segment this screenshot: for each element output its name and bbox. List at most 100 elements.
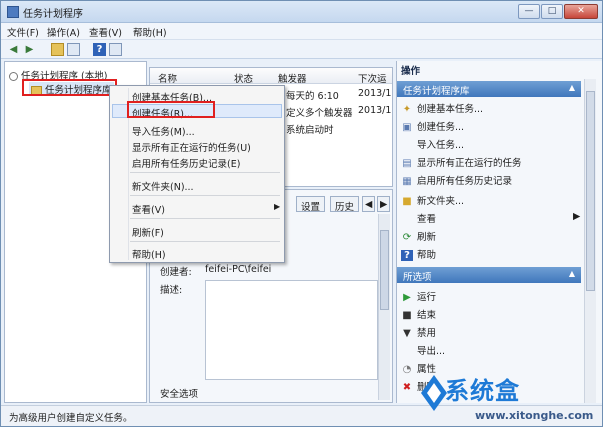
action-label: 帮助 [417,250,437,261]
highlight-box-create-task [127,101,215,118]
toolbar: ◀ ▶ ? [1,40,602,59]
forward-icon[interactable]: ▶ [23,43,36,56]
action-label: 新文件夹... [417,196,465,207]
menu-view[interactable]: 查看(V) [89,25,122,39]
watermark-logo-text: 系统盒 [445,376,520,405]
disable-icon: ▼ [403,328,411,339]
collapse-icon[interactable]: ▲ [569,269,575,278]
menu-item-enable-history[interactable]: 启用所有任务历史记录(E) [132,156,240,170]
column-trigger[interactable]: 触发器 [278,71,307,85]
menu-bar: 文件(F) 操作(A) 查看(V) 帮助(H) [1,23,602,40]
menu-item-new-folder[interactable]: 新文件夹(N)... [132,179,194,193]
column-next-run[interactable]: 下次运 [358,71,387,85]
action-label: 查看 [417,214,437,225]
show-hide-icon[interactable] [109,43,122,56]
column-status[interactable]: 状态 [234,71,253,85]
history-icon: ▦ [402,176,412,187]
scroll-thumb[interactable] [380,230,389,310]
creator-value: feifei-PC\feifei [205,264,272,275]
action-end[interactable]: ■ 结束 [401,307,436,321]
section-title: 所选项 [403,272,432,283]
menu-action[interactable]: 操作(A) [47,25,80,39]
task-icon: ▣ [402,122,412,133]
tab-history[interactable]: 历史 [330,196,360,213]
action-new-folder[interactable]: ■ 新文件夹... [401,193,464,207]
action-label: 结束 [417,310,437,321]
actions-pane: 操作 任务计划程序库 ▲ ✦ 创建基本任务... ▣ 创建任务... 导入任务...… [396,61,602,403]
action-help[interactable]: ? 帮助 [401,247,436,261]
task-row-trigger[interactable]: 定义多个触发器 [286,105,353,119]
task-scheduler-window: 任务计划程序 — □ ✕ 文件(F) 操作(A) 查看(V) 帮助(H) ◀ ▶… [0,0,603,427]
menu-file[interactable]: 文件(F) [7,25,39,39]
actions-header: 操作 [401,66,421,77]
title-bar[interactable]: 任务计划程序 — □ ✕ [1,1,602,23]
action-import-task[interactable]: 导入任务... [401,137,464,151]
menu-help[interactable]: 帮助(H) [133,25,167,39]
watermark-url: www.xitonghe.com [475,409,594,422]
window-title: 任务计划程序 [23,9,83,20]
creator-label: 创建者: [160,267,192,278]
action-label: 禁用 [417,328,437,339]
action-create-basic-task[interactable]: ✦ 创建基本任务... [401,101,483,115]
menu-separator [130,172,280,173]
actions-scrollbar[interactable] [584,79,596,403]
scroll-thumb[interactable] [586,91,595,291]
task-row-trigger[interactable]: 每天的 6:10 [286,88,339,102]
action-enable-history[interactable]: ▦ 启用所有任务历史记录 [401,173,512,187]
app-icon [7,6,19,18]
menu-item-import-task[interactable]: 导入任务(M)... [132,124,195,138]
action-show-running[interactable]: ▤ 显示所有正在运行的任务 [401,155,522,169]
menu-separator [130,218,280,219]
action-disable[interactable]: ▼ 禁用 [401,325,436,339]
column-name[interactable]: 名称 [158,71,177,85]
stop-icon: ■ [402,310,412,321]
action-export[interactable]: 导出... [401,343,445,357]
menu-item-help[interactable]: 帮助(H) [132,247,166,261]
menu-item-show-running[interactable]: 显示所有正在运行的任务(U) [132,140,251,154]
action-create-task[interactable]: ▣ 创建任务... [401,119,464,133]
task-row-next[interactable]: 2013/1 [358,88,391,99]
tab-scroll-left[interactable]: ◀ [362,196,376,212]
up-folder-icon[interactable] [51,43,64,56]
run-icon: ▶ [403,292,411,303]
maximize-button[interactable]: □ [541,4,563,19]
action-refresh[interactable]: ⟳ 刷新 [401,229,436,243]
action-label: 启用所有任务历史记录 [417,176,513,187]
section-task-library[interactable]: 任务计划程序库 ▲ [397,81,581,97]
menu-item-refresh[interactable]: 刷新(F) [132,225,164,239]
delete-icon: ✖ [402,382,412,393]
action-label: 导出... [417,346,446,357]
section-selected-item[interactable]: 所选项 ▲ [397,267,581,283]
description-label: 描述: [160,285,183,296]
list-icon: ▤ [402,158,412,169]
task-row-trigger[interactable]: 系统启动时 [286,122,334,136]
new-folder-icon: ■ [402,196,412,207]
action-label: 显示所有正在运行的任务 [417,158,522,169]
tab-settings[interactable]: 设置 [296,196,326,213]
menu-separator [130,195,280,196]
detail-scrollbar[interactable] [378,214,390,400]
watermark: 系统盒 www.xitonghe.com [419,369,602,426]
tab-scroll-right[interactable]: ▶ [377,196,391,212]
wizard-icon: ✦ [402,104,412,115]
action-view[interactable]: 查看 ▶ [401,211,580,225]
menu-item-view[interactable]: 查看(V) [132,202,165,216]
help-icon[interactable]: ? [93,43,106,56]
collapse-icon[interactable]: ▲ [569,83,575,92]
submenu-arrow-icon: ▶ [573,211,581,222]
task-list-header: 名称 状态 触发器 下次运 [150,68,392,85]
action-label: 导入任务... [417,140,465,151]
status-text: 为高级用户创建自定义任务。 [9,413,133,424]
security-label: 安全选项 [160,389,199,400]
minimize-button[interactable]: — [518,4,540,19]
help-icon: ? [401,250,413,261]
back-icon[interactable]: ◀ [7,43,20,56]
close-button[interactable]: ✕ [564,4,598,19]
task-row-next[interactable]: 2013/1 [358,105,391,116]
action-run[interactable]: ▶ 运行 [401,289,436,303]
refresh-icon: ⟳ [402,232,412,243]
menu-separator [130,241,280,242]
console-tree-icon[interactable] [67,43,80,56]
action-label: 创建基本任务... [417,104,484,115]
description-box[interactable] [205,280,378,380]
